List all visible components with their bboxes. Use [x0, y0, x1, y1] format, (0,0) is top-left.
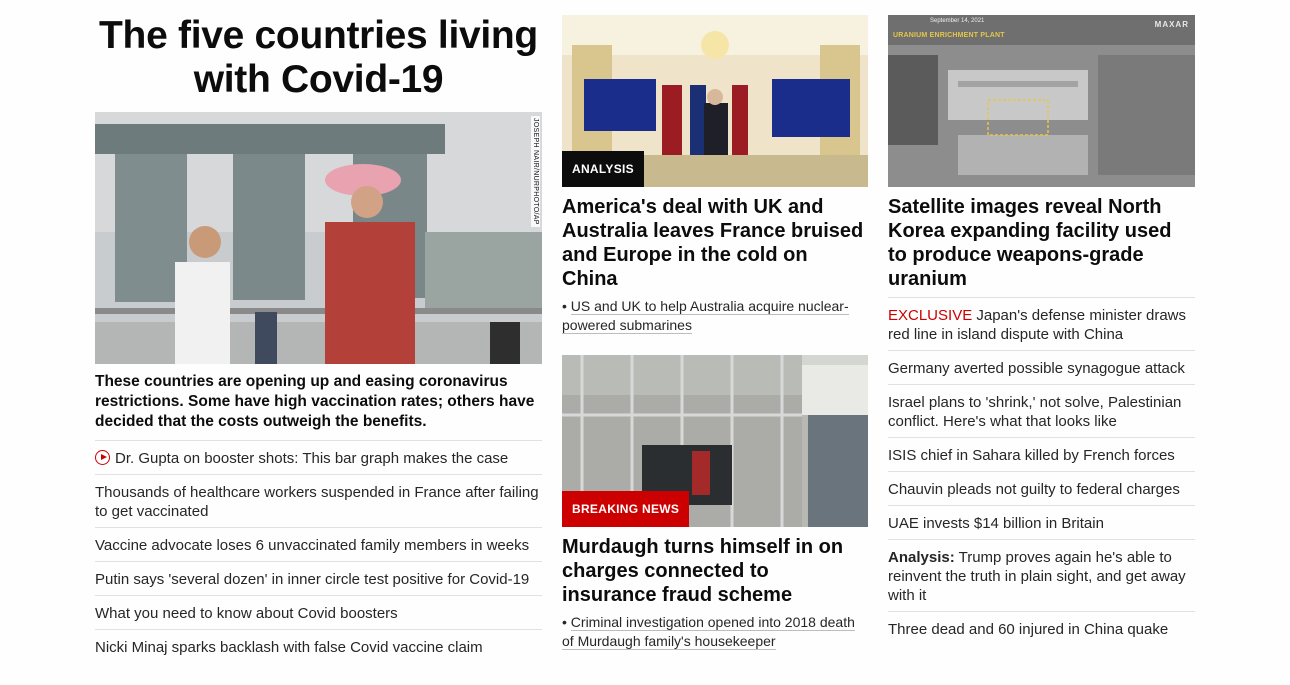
- list-item-text[interactable]: Dr. Gupta on booster shots: This bar gra…: [115, 450, 508, 467]
- list-item-text[interactable]: Vaccine advocate loses 6 unvaccinated fa…: [95, 537, 529, 554]
- story-headline[interactable]: America's deal with UK and Australia lea…: [562, 195, 868, 291]
- lead-description[interactable]: These countries are opening up and easin…: [95, 372, 542, 440]
- list-item-text[interactable]: Israel plans to 'shrink,' not solve, Pal…: [888, 394, 1181, 430]
- list-item[interactable]: Israel plans to 'shrink,' not solve, Pal…: [888, 384, 1195, 437]
- list-item-text[interactable]: UAE invests $14 billion in Britain: [888, 515, 1104, 532]
- story-bullet: • Criminal investigation opened into 201…: [562, 614, 855, 650]
- list-item-text[interactable]: Chauvin pleads not guilty to federal cha…: [888, 481, 1180, 498]
- story-card[interactable]: BREAKING NEWS Murdaugh turns himself in …: [562, 355, 868, 651]
- satellite-photo-image: [888, 15, 1195, 187]
- list-item[interactable]: Nicki Minaj sparks backlash with false C…: [95, 629, 542, 663]
- list-item-text[interactable]: Thousands of healthcare workers suspende…: [95, 484, 539, 520]
- lead-photo[interactable]: JOSEPH NAIR/NURPHOTO/AP: [95, 112, 542, 364]
- list-item-text[interactable]: What you need to know about Covid booste…: [95, 605, 398, 622]
- analysis-tag: Analysis:: [888, 549, 955, 566]
- list-item[interactable]: What you need to know about Covid booste…: [95, 595, 542, 629]
- list-item-text[interactable]: ISIS chief in Sahara killed by French fo…: [888, 447, 1175, 464]
- analysis-label: ANALYSIS: [562, 151, 644, 187]
- list-item[interactable]: Three dead and 60 injured in China quake: [888, 611, 1195, 645]
- list-item[interactable]: ISIS chief in Sahara killed by French fo…: [888, 437, 1195, 471]
- list-item[interactable]: Germany averted possible synagogue attac…: [888, 350, 1195, 384]
- list-item[interactable]: Dr. Gupta on booster shots: This bar gra…: [95, 440, 542, 474]
- right-column: September 14, 2021 URANIUM ENRICHMENT PL…: [888, 0, 1195, 645]
- list-item-text[interactable]: Putin says 'several dozen' in inner circ…: [95, 571, 529, 588]
- maxar-logo: MAXAR: [1154, 20, 1189, 29]
- story-bullet: • US and UK to help Australia acquire nu…: [562, 298, 849, 334]
- breaking-news-label: BREAKING NEWS: [562, 491, 690, 527]
- lead-title[interactable]: The five countries living with Covid-19: [95, 14, 542, 102]
- list-item-text[interactable]: Germany averted possible synagogue attac…: [888, 360, 1185, 377]
- lead-photo-image: [95, 112, 542, 364]
- story-card[interactable]: ANALYSIS America's deal with UK and Aust…: [562, 15, 868, 335]
- list-item-text[interactable]: Nicki Minaj sparks backlash with false C…: [95, 639, 483, 656]
- list-item[interactable]: Chauvin pleads not guilty to federal cha…: [888, 471, 1195, 505]
- story-photo[interactable]: BREAKING NEWS: [562, 355, 868, 527]
- list-item[interactable]: Analysis: Trump proves again he's able t…: [888, 539, 1195, 611]
- satellite-caption: URANIUM ENRICHMENT PLANT: [893, 32, 1005, 39]
- lead-related-list: Dr. Gupta on booster shots: This bar gra…: [95, 440, 542, 663]
- story-headline[interactable]: Satellite images reveal North Korea expa…: [888, 195, 1195, 291]
- list-item[interactable]: UAE invests $14 billion in Britain: [888, 505, 1195, 539]
- list-item[interactable]: Putin says 'several dozen' in inner circ…: [95, 561, 542, 595]
- list-item[interactable]: Vaccine advocate loses 6 unvaccinated fa…: [95, 527, 542, 561]
- lead-column: The five countries living with Covid-19 …: [95, 0, 542, 663]
- play-video-icon: [95, 450, 110, 465]
- satellite-date: September 14, 2021: [930, 18, 985, 24]
- list-item-text[interactable]: Three dead and 60 injured in China quake: [888, 621, 1168, 638]
- story-photo[interactable]: ANALYSIS: [562, 15, 868, 187]
- exclusive-tag: EXCLUSIVE: [888, 307, 973, 324]
- right-related-list: EXCLUSIVE Japan's defense minister draws…: [888, 297, 1195, 645]
- story-headline[interactable]: Murdaugh turns himself in on charges con…: [562, 535, 868, 607]
- story-bullet-link[interactable]: US and UK to help Australia acquire nucl…: [562, 298, 849, 334]
- middle-column: ANALYSIS America's deal with UK and Aust…: [562, 0, 868, 651]
- story-bullet-link[interactable]: Criminal investigation opened into 2018 …: [562, 614, 855, 650]
- list-item[interactable]: EXCLUSIVE Japan's defense minister draws…: [888, 297, 1195, 350]
- satellite-photo[interactable]: September 14, 2021 URANIUM ENRICHMENT PL…: [888, 15, 1195, 187]
- list-item[interactable]: Thousands of healthcare workers suspende…: [95, 474, 542, 527]
- photo-credit: JOSEPH NAIR/NURPHOTO/AP: [531, 116, 540, 227]
